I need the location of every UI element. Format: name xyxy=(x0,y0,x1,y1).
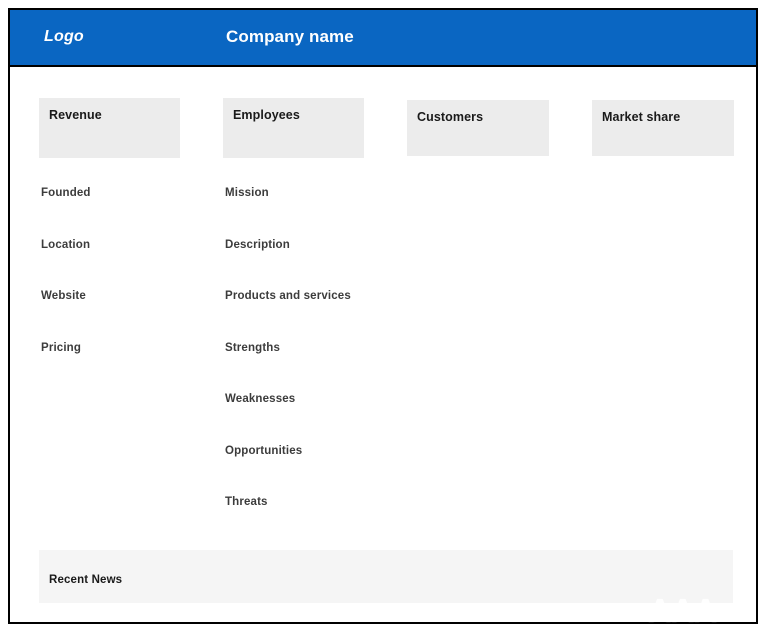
page-header: Logo Company name xyxy=(10,10,756,67)
field-label-location[interactable]: Location xyxy=(41,239,90,251)
field-label-products-and-services[interactable]: Products and services xyxy=(225,290,351,302)
field-label-mission[interactable]: Mission xyxy=(225,187,269,199)
recent-news-label: Recent News xyxy=(49,574,123,586)
field-label-opportunities[interactable]: Opportunities xyxy=(225,445,302,457)
stat-card-market-share[interactable]: Market share xyxy=(592,100,734,156)
field-label-weaknesses[interactable]: Weaknesses xyxy=(225,393,295,405)
field-label-strengths[interactable]: Strengths xyxy=(225,342,280,354)
stat-card-label: Market share xyxy=(602,110,681,124)
recent-news-section[interactable]: Recent News xyxy=(39,550,733,603)
stat-card-label: Employees xyxy=(233,108,300,122)
field-label-website[interactable]: Website xyxy=(41,290,86,302)
stat-card-label: Revenue xyxy=(49,108,102,122)
field-label-pricing[interactable]: Pricing xyxy=(41,342,81,354)
page-title: Company name xyxy=(226,27,354,46)
field-label-founded[interactable]: Founded xyxy=(41,187,91,199)
stat-card-revenue[interactable]: Revenue xyxy=(39,98,180,158)
stat-card-employees[interactable]: Employees xyxy=(223,98,364,158)
field-label-description[interactable]: Description xyxy=(225,239,290,251)
field-label-threats[interactable]: Threats xyxy=(225,496,268,508)
company-profile-frame: Logo Company name Revenue Employees Cust… xyxy=(8,8,758,624)
page-body: Revenue Employees Customers Market share… xyxy=(10,67,756,622)
stat-card-label: Customers xyxy=(417,110,484,124)
logo-placeholder: Logo xyxy=(44,28,84,45)
stat-card-customers[interactable]: Customers xyxy=(407,100,549,156)
